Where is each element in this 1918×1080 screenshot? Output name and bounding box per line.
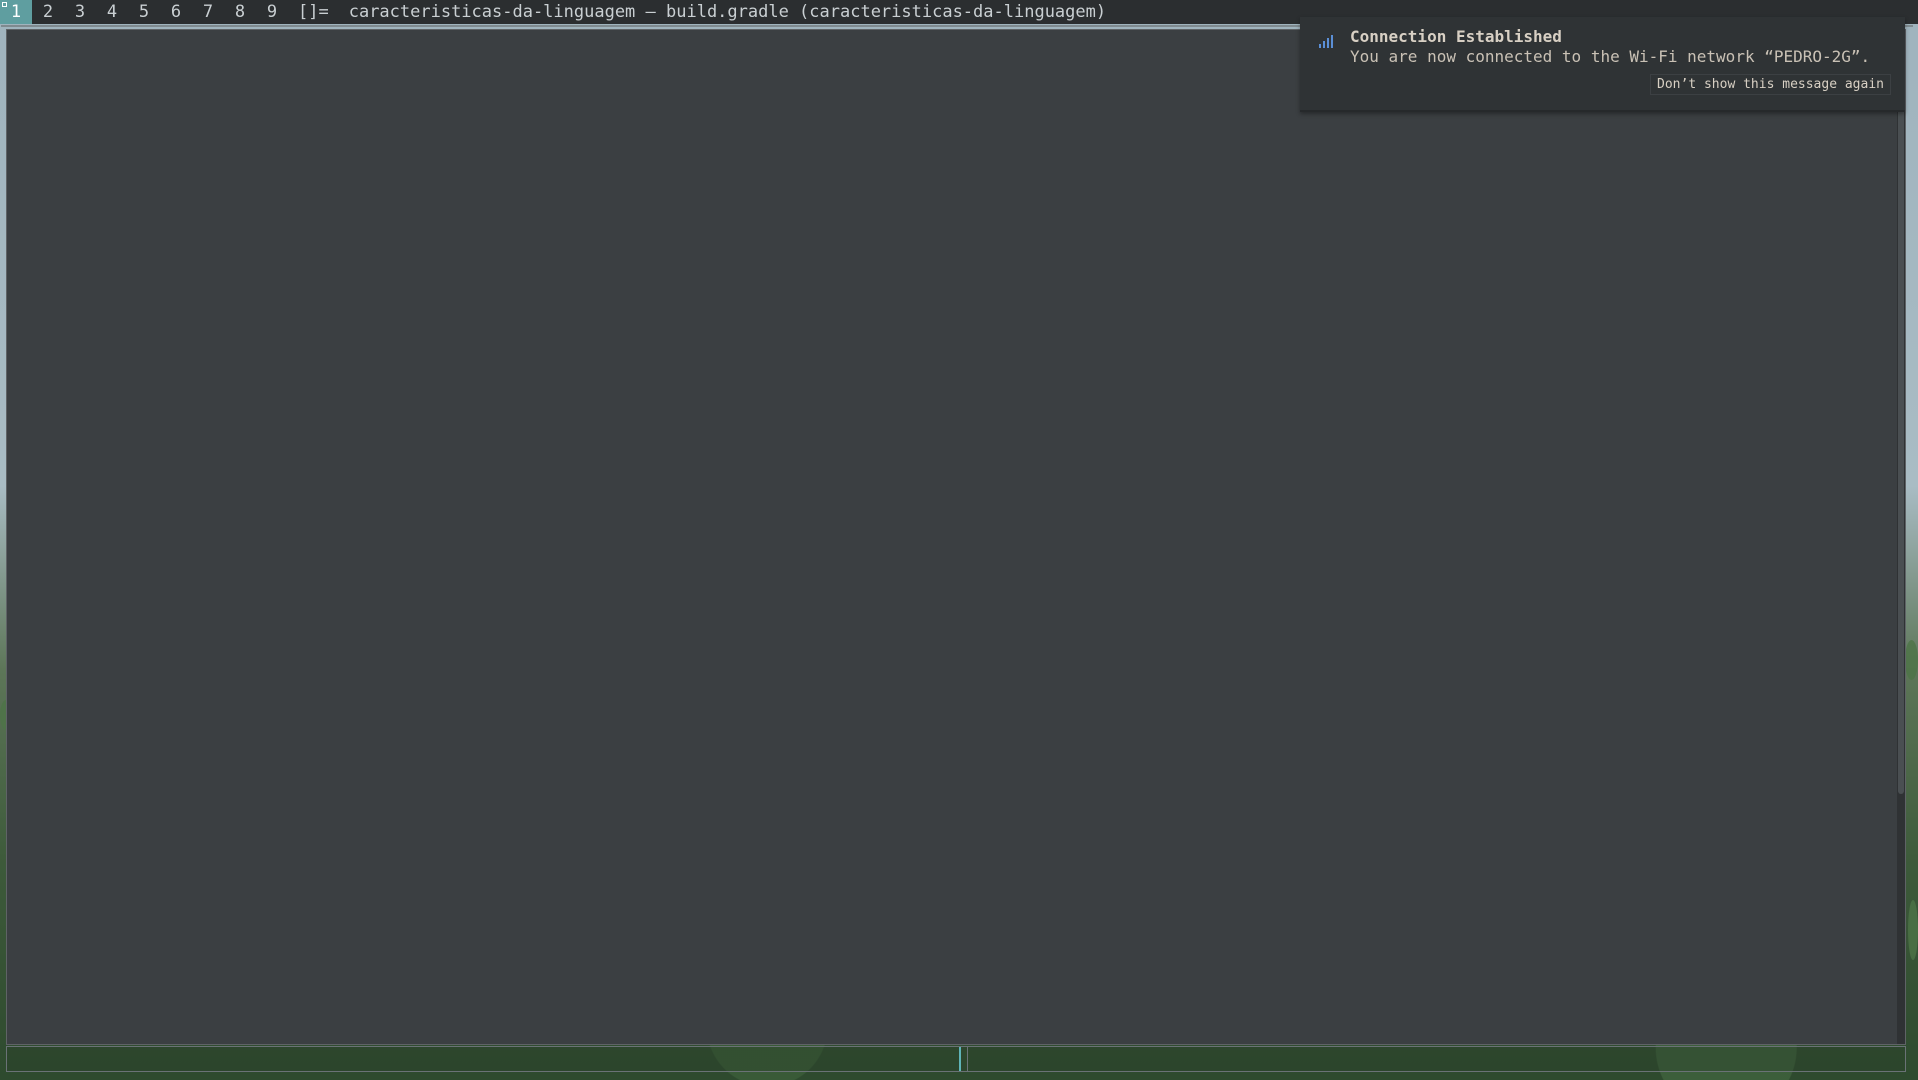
workspace-tag-3[interactable]: 3: [64, 0, 96, 24]
workspace-tag-1[interactable]: 1: [0, 0, 32, 24]
notification-message: You are now connected to the Wi-Fi netwo…: [1350, 47, 1871, 66]
window-scrollbar[interactable]: [1897, 30, 1905, 1044]
wifi-signal-icon: [1319, 35, 1333, 48]
workspace-tag-4[interactable]: 4: [96, 0, 128, 24]
workspace-tag-7[interactable]: 7: [192, 0, 224, 24]
workspace-tag-2[interactable]: 2: [32, 0, 64, 24]
panel-divider: [967, 1047, 968, 1071]
scrollbar-thumb[interactable]: [1898, 34, 1904, 794]
workspace-tag-6[interactable]: 6: [160, 0, 192, 24]
notification-popup[interactable]: Connection Established You are now conne…: [1300, 17, 1905, 112]
panel-divider-handle[interactable]: [959, 1047, 961, 1071]
layout-indicator[interactable]: []=: [298, 0, 329, 24]
workspace-tag-5[interactable]: 5: [128, 0, 160, 24]
bottom-panel-strip: [6, 1046, 1906, 1072]
dont-show-again-button[interactable]: Don’t show this message again: [1650, 74, 1891, 95]
application-window[interactable]: [1, 25, 1913, 1045]
window-title: caracteristicas-da-linguagem – build.gra…: [348, 2, 1107, 22]
notification-title: Connection Established: [1350, 27, 1562, 46]
workspace-tag-8[interactable]: 8: [224, 0, 256, 24]
workspace-tag-9[interactable]: 9: [256, 0, 288, 24]
